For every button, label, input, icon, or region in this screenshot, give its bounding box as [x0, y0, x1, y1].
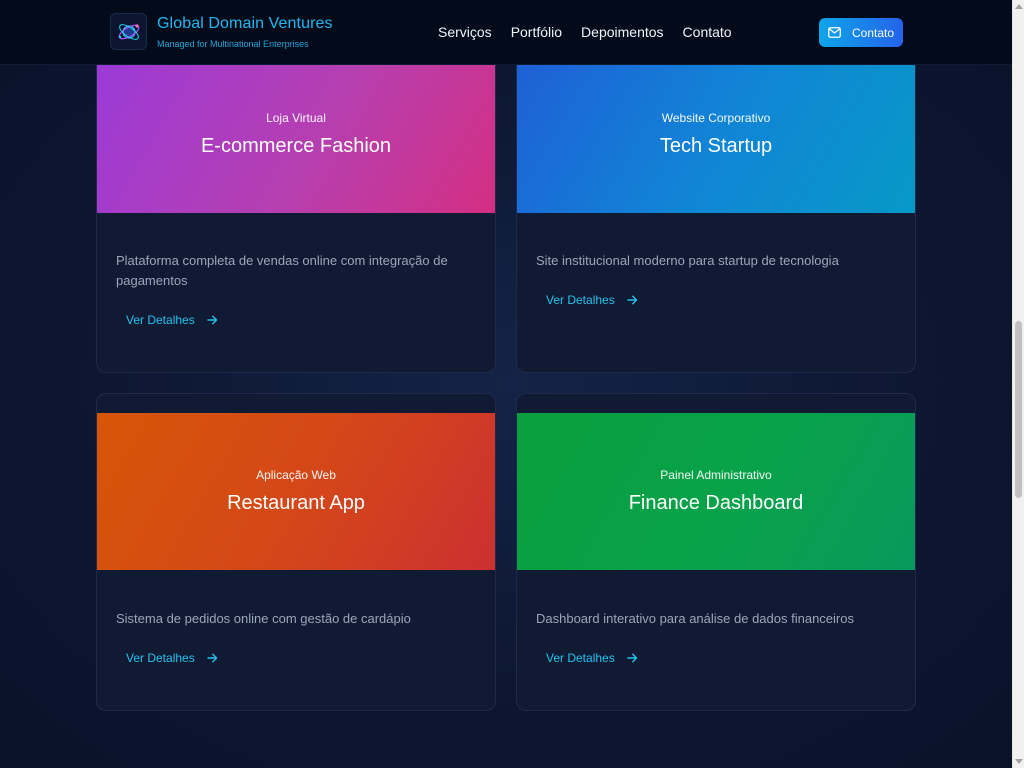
- nav-link-servicos[interactable]: Serviços: [438, 24, 492, 40]
- project-title: Restaurant App: [227, 492, 365, 514]
- brand-subtitle: Managed for Multinational Enterprises: [157, 38, 309, 49]
- project-card-ecommerce: Loja Virtual E-commerce Fashion Platafor…: [96, 46, 496, 373]
- project-hero: Painel Administrativo Finance Dashboard: [517, 413, 915, 570]
- project-description: Dashboard interativo para análise de dad…: [536, 611, 854, 626]
- globe-orbit-icon: [110, 13, 147, 50]
- view-details-label: Ver Detalhes: [546, 651, 615, 665]
- project-title: Tech Startup: [659, 134, 773, 157]
- project-category: Painel Administrativo: [660, 468, 772, 482]
- brand[interactable]: Global Domain Ventures Managed for Multi…: [110, 13, 333, 50]
- arrow-right-icon: [627, 295, 638, 305]
- project-card-tech-startup: Website Corporativo Tech Startup Site in…: [516, 46, 916, 373]
- view-details-link[interactable]: Ver Detalhes: [126, 651, 218, 665]
- view-details-link[interactable]: Ver Detalhes: [126, 313, 218, 327]
- scroll-up-arrow-icon[interactable]: [1015, 4, 1023, 9]
- contact-button-label: Contato: [851, 25, 895, 40]
- project-description: Plataforma completa de vendas online com…: [116, 253, 448, 288]
- arrow-right-icon: [627, 653, 638, 663]
- page-scrollbar[interactable]: [1012, 0, 1024, 768]
- project-title: E-commerce Fashion: [200, 134, 392, 157]
- nav-link-portfolio[interactable]: Portfólio: [511, 24, 562, 40]
- brand-title: Global Domain Ventures: [157, 14, 333, 32]
- project-hero: Website Corporativo Tech Startup: [517, 55, 915, 213]
- project-category: Loja Virtual: [266, 110, 326, 125]
- project-hero: Aplicação Web Restaurant App: [97, 413, 495, 570]
- view-details-link[interactable]: Ver Detalhes: [546, 651, 638, 665]
- main-nav: Serviços Portfólio Depoimentos Contato: [438, 24, 751, 40]
- project-description: Sistema de pedidos online com gestão de …: [116, 611, 411, 626]
- arrow-right-icon: [207, 315, 218, 325]
- nav-link-contato[interactable]: Contato: [683, 24, 732, 40]
- view-details-label: Ver Detalhes: [126, 651, 195, 665]
- scroll-down-arrow-icon[interactable]: [1015, 759, 1023, 764]
- project-category: Website Corporativo: [661, 110, 771, 125]
- view-details-label: Ver Detalhes: [126, 313, 195, 327]
- project-category: Aplicação Web: [256, 468, 336, 482]
- view-details-link[interactable]: Ver Detalhes: [546, 293, 638, 307]
- contact-button[interactable]: Contato: [819, 18, 903, 47]
- mail-icon: [828, 27, 841, 38]
- project-title: Finance Dashboard: [628, 492, 804, 514]
- scrollbar-thumb[interactable]: [1015, 321, 1022, 498]
- nav-link-depoimentos[interactable]: Depoimentos: [581, 24, 664, 40]
- project-description: Site institucional moderno para startup …: [536, 253, 839, 268]
- project-card-finance-dashboard: Painel Administrativo Finance Dashboard …: [516, 393, 916, 711]
- view-details-label: Ver Detalhes: [546, 293, 615, 307]
- arrow-right-icon: [207, 653, 218, 663]
- project-card-restaurant-app: Aplicação Web Restaurant App Sistema de …: [96, 393, 496, 711]
- project-hero: Loja Virtual E-commerce Fashion: [97, 55, 495, 213]
- site-header: Global Domain Ventures Managed for Multi…: [0, 0, 1012, 65]
